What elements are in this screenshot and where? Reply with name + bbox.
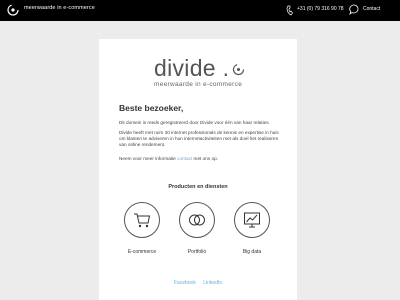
header-tagline: meerwaarde in e-commerce bbox=[24, 5, 95, 11]
contact-text-after: met ons op. bbox=[193, 156, 219, 161]
phone-icon bbox=[286, 5, 293, 16]
service-big-data[interactable]: Big data bbox=[232, 202, 272, 255]
brand-tagline: meerwaarde in e-commerce bbox=[154, 81, 243, 88]
about-paragraph: Divide heeft met ruim 30 internet profes… bbox=[119, 130, 279, 147]
chart-monitor-icon bbox=[244, 212, 260, 228]
service-circle bbox=[234, 202, 270, 238]
greeting-heading: Beste bezoeker, bbox=[119, 103, 184, 113]
social-links: Facebook LinkedIn bbox=[99, 280, 297, 286]
service-label: Portfolio bbox=[187, 249, 207, 255]
service-circle bbox=[179, 202, 215, 238]
brand-logo[interactable]: divide . meerwaarde in e-commerce bbox=[154, 57, 254, 89]
contact-paragraph: Neem voor meer informatie contact met on… bbox=[119, 156, 279, 162]
service-ecommerce[interactable]: E-commerce bbox=[122, 202, 162, 255]
service-label: Big data bbox=[242, 249, 262, 255]
divide-logo-icon[interactable] bbox=[6, 3, 20, 17]
inline-contact-link[interactable]: contact bbox=[177, 156, 192, 161]
service-circle bbox=[124, 202, 160, 238]
main-card: divide . meerwaarde in e-commerce Beste … bbox=[99, 39, 297, 300]
brand-mark-icon bbox=[232, 63, 245, 76]
brand-name: divide . bbox=[154, 55, 230, 81]
portfolio-rings-icon bbox=[189, 214, 205, 226]
service-portfolio[interactable]: Portfolio bbox=[177, 202, 217, 255]
phone-number[interactable]: +31 (0) 79 316 90 78 bbox=[297, 6, 344, 12]
top-bar: meerwaarde in e-commerce +31 (0) 79 316 … bbox=[0, 0, 400, 21]
chat-bubble-icon[interactable] bbox=[349, 4, 360, 15]
service-label: E-commerce bbox=[127, 249, 157, 255]
linkedin-link[interactable]: LinkedIn bbox=[203, 280, 222, 286]
shopping-cart-icon bbox=[134, 213, 151, 228]
intro-paragraph: Dit domein is reeds geregistreerd door D… bbox=[119, 120, 270, 125]
services-title: Producten en diensten bbox=[168, 184, 228, 190]
contact-link[interactable]: Contact bbox=[363, 6, 380, 12]
facebook-link[interactable]: Facebook bbox=[174, 280, 196, 286]
contact-text-before: Neem voor meer informatie bbox=[119, 156, 176, 161]
